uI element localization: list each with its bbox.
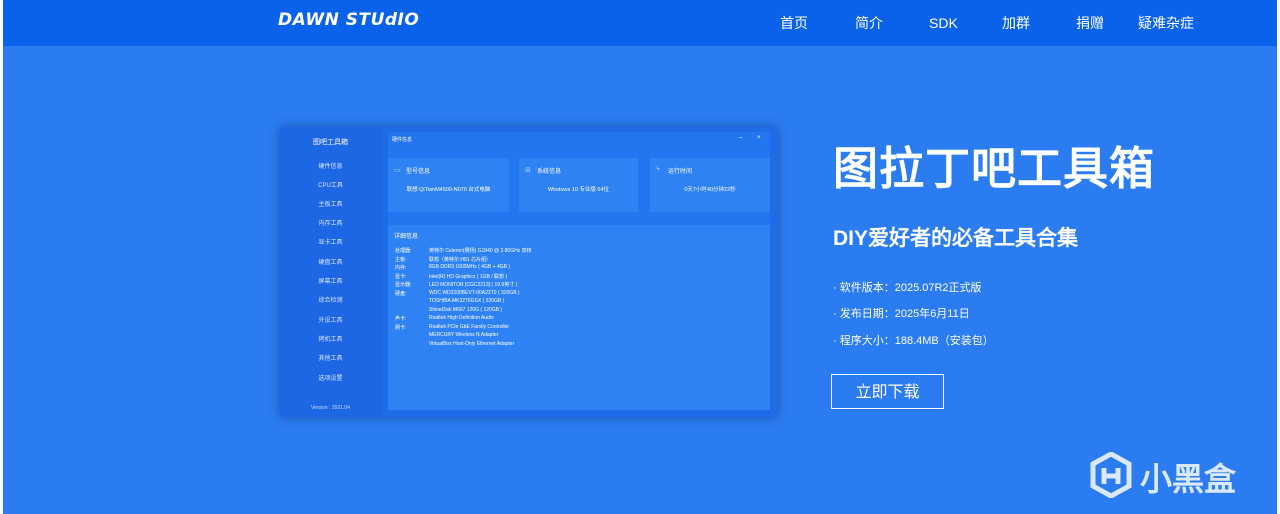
download-button[interactable]: 立即下载 xyxy=(831,374,944,409)
system-info-card: ⊞ 系统信息 Windows 10 专业版 64位 xyxy=(519,158,638,212)
info-version: · 软件版本：2025.07R2正式版 xyxy=(833,282,982,294)
nav-sdk[interactable]: SDK xyxy=(929,0,958,46)
detail-value: WDC WD3200BEVT-00A23T0 ( 320GB ) xyxy=(429,289,520,296)
detail-label: 处理器: xyxy=(395,248,412,254)
top-navbar: DAWN STUdIO 首页 简介 SDK 加群 捐赠 疑难杂症 xyxy=(3,0,1277,46)
nav-faq[interactable]: 疑难杂症 xyxy=(1138,0,1194,46)
detail-value: MERCURY Wireless N Adapter xyxy=(429,332,499,338)
card-value: 联想 QiTianM4500-N070 台式电脑 xyxy=(406,187,491,193)
brand-logo[interactable]: DAWN STUdIO xyxy=(278,10,419,30)
uptime-card: ϟ 运行时间 0天7小时40分钟22秒 xyxy=(650,158,770,212)
minimize-icon: – xyxy=(739,135,743,141)
detail-label: 网卡: xyxy=(395,324,407,331)
detail-value: 8GB DDR3 1600MHz ( 4GB + 4GB ) xyxy=(429,264,511,270)
card-value: 0天7小时40分钟22秒 xyxy=(684,187,736,193)
monitor-icon: ▭ xyxy=(394,167,401,174)
sidebar-item-stress: 烤机工具 xyxy=(318,337,343,343)
detail-value: TOSHIBA MK3276GSX ( 320GB ) xyxy=(429,298,505,304)
detail-label: 内存: xyxy=(395,265,407,271)
detail-value: ShineDisk M667 120G ( 120GB ) xyxy=(429,306,503,313)
card-title: 系统信息 xyxy=(537,169,562,175)
sidebar-item-hardware: 硬件信息 xyxy=(318,164,343,170)
windows-icon: ⊞ xyxy=(525,167,531,174)
nav-intro[interactable]: 简介 xyxy=(855,0,883,46)
detail-label: 硬盘: xyxy=(395,290,407,297)
sidebar-item-memory: 内存工具 xyxy=(318,221,343,227)
sidebar-item-mainboard: 主板工具 xyxy=(318,202,343,208)
model-info-card: ▭ 型号信息 联想 QiTianM4500-N070 台式电脑 xyxy=(388,158,509,212)
watermark-text: 小黑盒 xyxy=(1140,461,1237,497)
lightning-icon: ϟ xyxy=(656,166,660,173)
sidebar-title: 图吧工具箱 xyxy=(313,139,348,146)
detail-value: Realtek PCIe GbE Family Controller xyxy=(429,323,510,330)
sidebar-item-peripheral: 外设工具 xyxy=(318,318,343,324)
detail-value: 联想（英特尔 H81 芯片组） xyxy=(429,256,491,263)
info-release-date: · 发布日期：2025年6月11日 xyxy=(833,308,970,320)
detail-label: 声卡: xyxy=(395,316,407,322)
app-sidebar: 图吧工具箱 硬件信息 CPU工具 主板工具 内存工具 显卡工具 硬盘工具 屏幕工… xyxy=(280,127,381,417)
close-icon: × xyxy=(757,135,761,141)
page-frame: DAWN STUdIO 首页 简介 SDK 加群 捐赠 疑难杂症 图吧工具箱 硬… xyxy=(3,0,1277,514)
window-title: 硬件信息 xyxy=(392,137,413,143)
nav-join-group[interactable]: 加群 xyxy=(1002,0,1030,46)
sidebar-item-disk: 硬盘工具 xyxy=(318,260,343,266)
detail-value: VirtualBox Host-Only Ethernet Adapter xyxy=(429,340,515,347)
sidebar-item-options: 选项设置 xyxy=(318,376,343,382)
detail-panel: 详细信息 处理器: 英特尔 Celeron(赛扬) G1840 @ 2.80GH… xyxy=(388,225,770,410)
watermark: 小黑盒 xyxy=(1090,450,1250,500)
card-title: 运行时间 xyxy=(668,169,693,175)
detail-title: 详细信息 xyxy=(394,234,419,240)
hero-title: 图拉丁吧工具箱 xyxy=(833,143,1156,194)
hero-subtitle: DIY爱好者的必备工具合集 xyxy=(833,227,1079,250)
info-size: · 程序大小：188.4MB（安装包） xyxy=(833,335,994,347)
version-label: Version : 2021.04 xyxy=(311,405,350,411)
sidebar-item-other: 其他工具 xyxy=(318,356,343,362)
card-value: Windows 10 专业版 64位 xyxy=(547,187,610,193)
detail-label: 显示器: xyxy=(395,282,412,288)
heybox-logo-icon xyxy=(1090,452,1132,498)
card-title: 型号信息 xyxy=(406,169,431,175)
detail-label: 主板: xyxy=(395,256,407,263)
detail-value: 英特尔 Celeron(赛扬) G1840 @ 2.80GHz 双核 xyxy=(429,248,532,254)
app-screenshot: 图吧工具箱 硬件信息 CPU工具 主板工具 内存工具 显卡工具 硬盘工具 屏幕工… xyxy=(280,127,777,417)
sidebar-item-gpu: 显卡工具 xyxy=(318,240,343,246)
nav-donate[interactable]: 捐赠 xyxy=(1076,0,1104,46)
detail-value: Realtek High Definition Audio xyxy=(429,315,494,321)
detail-value: Intel(R) HD Graphics ( 1GB / 联想 ) xyxy=(429,273,508,280)
sidebar-item-cpu: CPU工具 xyxy=(318,183,343,189)
detail-label: 显卡: xyxy=(395,273,407,280)
sidebar-item-screen: 屏幕工具 xyxy=(318,279,343,285)
hardware-info-window: 硬件信息 – × ▭ 型号信息 联想 QiTianM4500-N070 台式电脑… xyxy=(388,132,770,410)
sidebar-item-test: 综合检测 xyxy=(318,298,343,304)
detail-value: LED MONITOR [CGC2213] ( 19.9英寸 ) xyxy=(429,282,518,288)
nav-home[interactable]: 首页 xyxy=(780,0,808,46)
